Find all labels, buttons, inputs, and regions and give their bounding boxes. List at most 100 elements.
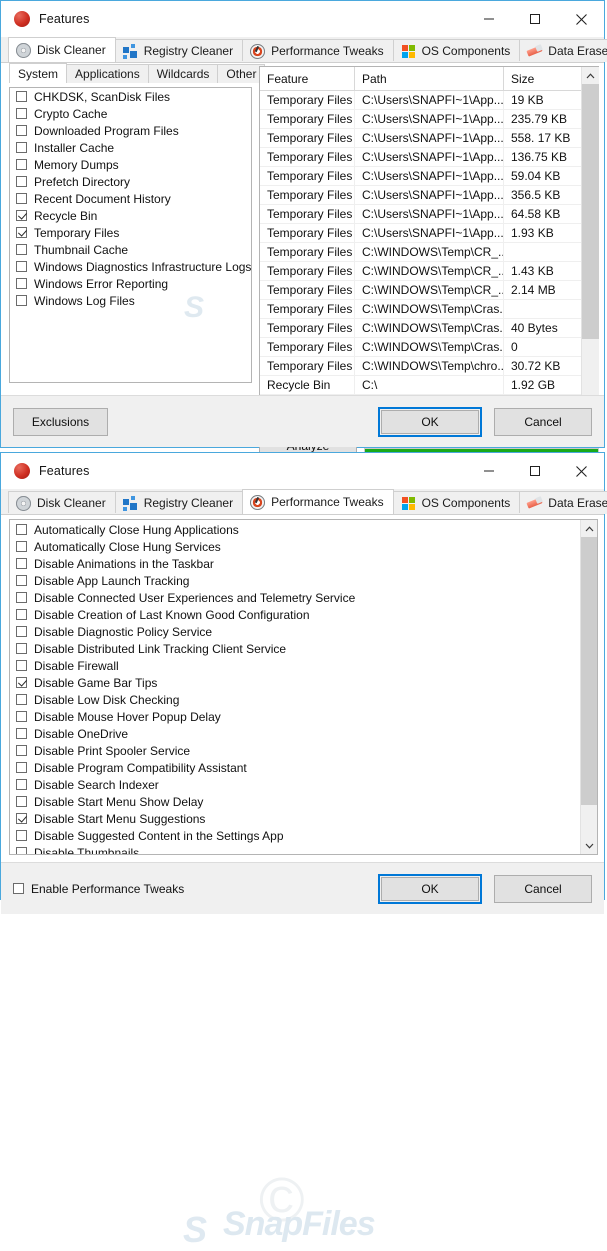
maximize-icon[interactable] xyxy=(512,453,558,489)
table-row[interactable]: Temporary Files C:\WINDOWS\Temp\Cras... xyxy=(260,300,581,319)
checklist-item[interactable]: Disable Suggested Content in the Setting… xyxy=(10,827,580,844)
table-row[interactable]: Temporary Files C:\WINDOWS\Temp\CR_... 2.1… xyxy=(260,281,581,300)
checkbox-box[interactable] xyxy=(16,643,27,654)
cancel-button[interactable]: Cancel xyxy=(494,407,592,436)
checklist-item[interactable]: Disable Print Spooler Service xyxy=(10,742,580,759)
ok-button[interactable]: OK xyxy=(381,876,479,901)
subtab-wildcards[interactable]: Wildcards xyxy=(147,64,219,83)
column-header-path[interactable]: Path xyxy=(355,67,504,90)
tab-os-components[interactable]: OS Components xyxy=(392,39,521,62)
checkbox-box[interactable] xyxy=(16,108,27,119)
checklist-item[interactable]: Disable OneDrive xyxy=(10,725,580,742)
table-row[interactable]: Recycle Bin C:\ 1.92 GB xyxy=(260,376,581,395)
checkbox-box[interactable] xyxy=(16,711,27,722)
checkbox-box[interactable] xyxy=(16,91,27,102)
checklist-item[interactable]: Downloaded Program Files xyxy=(10,122,251,139)
checklist-item[interactable]: Disable Thumbnails xyxy=(10,844,580,854)
table-row[interactable]: Temporary Files C:\Users\SNAPFI~1\App... 1… xyxy=(260,148,581,167)
scroll-down-icon[interactable] xyxy=(580,837,597,854)
close-icon[interactable] xyxy=(558,1,604,37)
table-vertical-scrollbar[interactable] xyxy=(581,67,599,424)
tab-disk-cleaner[interactable]: Disk Cleaner xyxy=(8,37,116,62)
checkbox-box[interactable] xyxy=(16,796,27,807)
minimize-icon[interactable] xyxy=(466,453,512,489)
scroll-thumb[interactable] xyxy=(580,537,597,805)
checklist-item[interactable]: Recycle Bin xyxy=(10,207,251,224)
table-row[interactable]: Temporary Files C:\Users\SNAPFI~1\App... 5… xyxy=(260,129,581,148)
checkbox-box[interactable] xyxy=(16,142,27,153)
checklist-item[interactable]: Windows Diagnostics Infrastructure Logs xyxy=(10,258,251,275)
checklist-item[interactable]: Prefetch Directory xyxy=(10,173,251,190)
checkbox-box[interactable] xyxy=(16,193,27,204)
close-icon[interactable] xyxy=(558,453,604,489)
checklist-item[interactable]: Disable Game Bar Tips xyxy=(10,674,580,691)
tab-disk-cleaner[interactable]: Disk Cleaner xyxy=(8,491,116,514)
ok-button[interactable]: OK xyxy=(381,409,479,434)
checkbox-box[interactable] xyxy=(16,210,27,221)
checklist-item[interactable]: Windows Log Files xyxy=(10,292,251,309)
checkbox-box[interactable] xyxy=(16,541,27,552)
checklist-item[interactable]: Automatically Close Hung Applications xyxy=(10,521,580,538)
scroll-up-icon[interactable] xyxy=(580,520,597,537)
table-row[interactable]: Temporary Files C:\WINDOWS\Temp\Cras... 0 xyxy=(260,338,581,357)
checkbox-box[interactable] xyxy=(16,830,27,841)
scroll-track[interactable] xyxy=(580,537,597,837)
table-row[interactable]: Temporary Files C:\Users\SNAPFI~1\App... 1… xyxy=(260,91,581,110)
checkbox-box[interactable] xyxy=(16,609,27,620)
maximize-icon[interactable] xyxy=(512,1,558,37)
tab-registry-cleaner[interactable]: Registry Cleaner xyxy=(114,491,244,514)
checkbox-box[interactable] xyxy=(16,728,27,739)
checklist-item[interactable]: Crypto Cache xyxy=(10,105,251,122)
checklist-item[interactable]: Disable Mouse Hover Popup Delay xyxy=(10,708,580,725)
checkbox-box[interactable] xyxy=(16,227,27,238)
column-header-feature[interactable]: Feature xyxy=(260,67,355,90)
checkbox-box[interactable] xyxy=(16,694,27,705)
checkbox-box[interactable] xyxy=(16,295,27,306)
checklist-item[interactable]: CHKDSK, ScanDisk Files xyxy=(10,88,251,105)
checklist-item[interactable]: Disable Low Disk Checking xyxy=(10,691,580,708)
tab-registry-cleaner[interactable]: Registry Cleaner xyxy=(114,39,244,62)
tab-performance-tweaks[interactable]: Performance Tweaks xyxy=(242,489,394,514)
subtab-applications[interactable]: Applications xyxy=(66,64,149,83)
checklist-item[interactable]: Disable Start Menu Suggestions xyxy=(10,810,580,827)
cancel-button[interactable]: Cancel xyxy=(494,874,592,903)
column-header-size[interactable]: Size xyxy=(504,67,581,90)
table-row[interactable]: Temporary Files C:\Users\SNAPFI~1\App... 1… xyxy=(260,224,581,243)
subtab-system[interactable]: System xyxy=(9,63,68,83)
table-row[interactable]: Temporary Files C:\Users\SNAPFI~1\App... 5… xyxy=(260,167,581,186)
exclusions-button[interactable]: Exclusions xyxy=(13,407,108,436)
checkbox-box[interactable] xyxy=(16,592,27,603)
checkbox-box[interactable] xyxy=(16,176,27,187)
checkbox-box[interactable] xyxy=(16,847,27,854)
checklist-item[interactable]: Temporary Files xyxy=(10,224,251,241)
checklist-item[interactable]: Disable Creation of Last Known Good Conf… xyxy=(10,606,580,623)
checkbox-box[interactable] xyxy=(16,558,27,569)
table-row[interactable]: Temporary Files C:\WINDOWS\Temp\CR_... 1.4… xyxy=(260,262,581,281)
scroll-up-icon[interactable] xyxy=(581,67,599,84)
checkbox-box[interactable] xyxy=(16,677,27,688)
checkbox-box[interactable] xyxy=(16,575,27,586)
scroll-thumb[interactable] xyxy=(581,84,599,339)
checklist-item[interactable]: Disable App Launch Tracking xyxy=(10,572,580,589)
checkbox-box[interactable] xyxy=(16,244,27,255)
checklist-item[interactable]: Disable Connected User Experiences and T… xyxy=(10,589,580,606)
checklist-item[interactable]: Windows Error Reporting xyxy=(10,275,251,292)
table-row[interactable]: Temporary Files C:\WINDOWS\Temp\chro... 30… xyxy=(260,357,581,376)
tab-performance-tweaks[interactable]: Performance Tweaks xyxy=(242,39,394,62)
enable-performance-tweaks-checkbox[interactable]: Enable Performance Tweaks xyxy=(13,882,184,896)
disk-cleaner-checklist[interactable]: CHKDSK, ScanDisk Files Crypto Cache Downlo… xyxy=(9,87,252,383)
checklist-item[interactable]: Disable Animations in the Taskbar xyxy=(10,555,580,572)
checklist-item[interactable]: Disable Search Indexer xyxy=(10,776,580,793)
tab-data-eraser[interactable]: Data Eraser xyxy=(519,491,607,514)
checkbox-box[interactable] xyxy=(16,813,27,824)
checkbox-box[interactable] xyxy=(16,125,27,136)
checkbox-box[interactable] xyxy=(16,159,27,170)
checklist-item[interactable]: Thumbnail Cache xyxy=(10,241,251,258)
minimize-icon[interactable] xyxy=(466,1,512,37)
checkbox-box[interactable] xyxy=(16,779,27,790)
table-row[interactable]: Temporary Files C:\Users\SNAPFI~1\App... 2… xyxy=(260,110,581,129)
checklist-item[interactable]: Disable Firewall xyxy=(10,657,580,674)
scroll-track[interactable] xyxy=(581,84,599,407)
checkbox-box[interactable] xyxy=(16,762,27,773)
performance-tweaks-checklist[interactable]: Automatically Close Hung Applications Aut… xyxy=(9,519,598,855)
